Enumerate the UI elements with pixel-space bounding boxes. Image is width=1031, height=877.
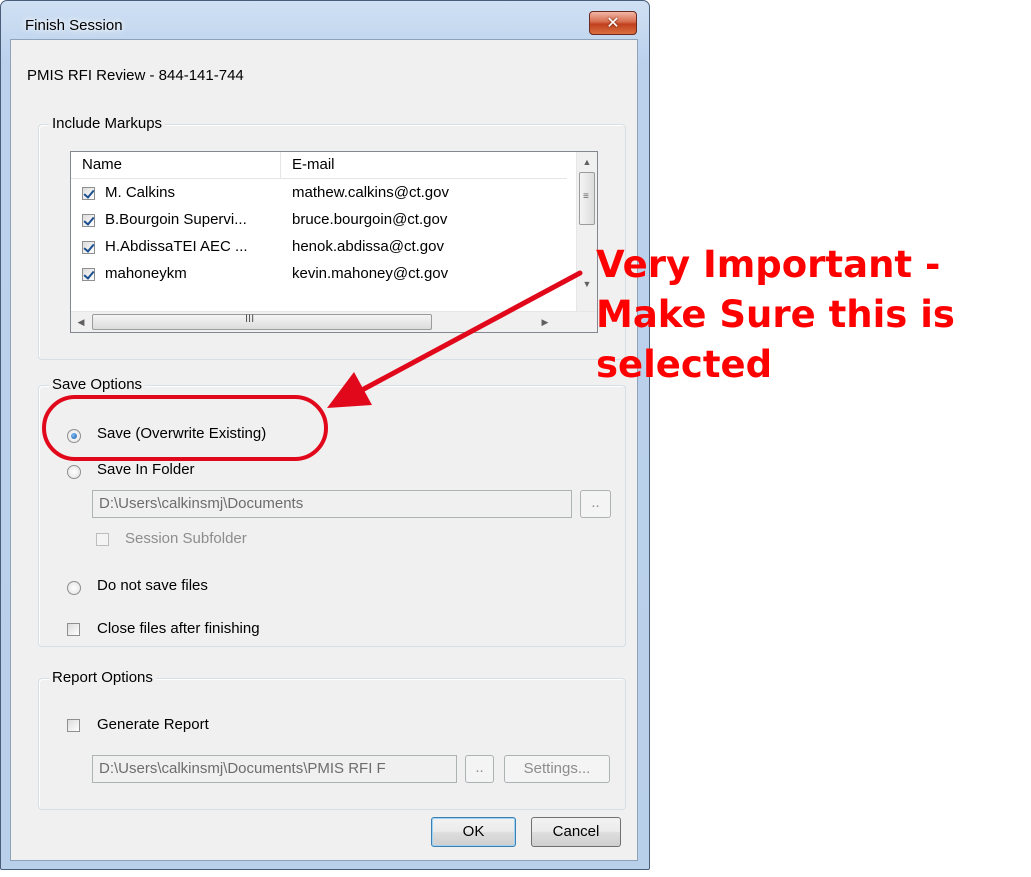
annotation-line-2: Make Sure this is: [596, 293, 955, 336]
annotation-line-1: Very Important -: [596, 243, 941, 286]
annotation-line-3: selected: [596, 343, 773, 386]
annotation-text: Very Important - Make Sure this is selec…: [596, 240, 1031, 390]
annotation-arrow: [327, 270, 583, 408]
